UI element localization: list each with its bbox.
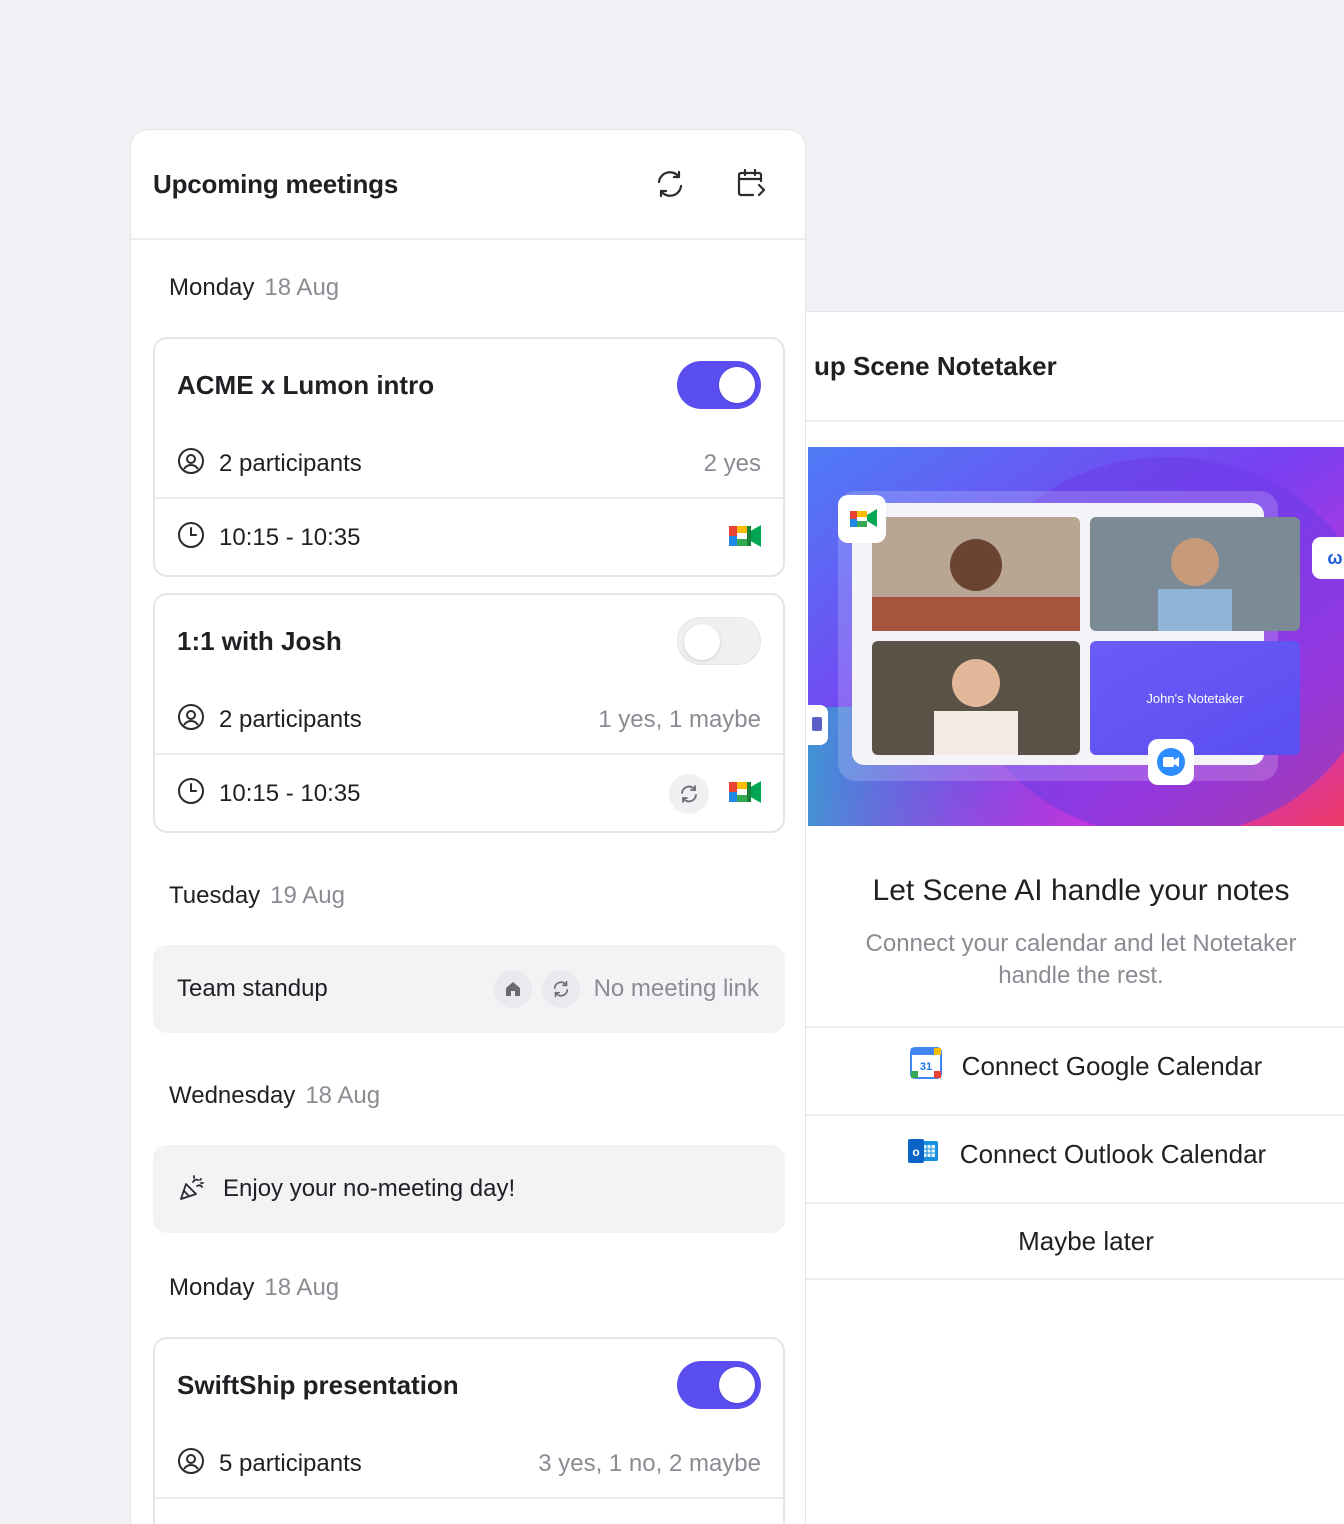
calendar-export-icon[interactable]: [735, 167, 769, 201]
participants-icon: [177, 1447, 205, 1482]
svg-text:ω: ω: [1327, 548, 1342, 568]
notetaker-setup-panel: up Scene Notetaker John's Notetaker ω Le…: [806, 311, 1344, 1524]
hero-illustration: John's Notetaker ω: [808, 447, 1344, 826]
notetaker-heading: Let Scene AI handle your notes: [872, 874, 1290, 907]
meeting-row-no-link[interactable]: Team standup No meeting link: [153, 945, 785, 1033]
day-name: Wednesday: [169, 1082, 296, 1109]
home-icon: [493, 970, 532, 1008]
notetaker-tile-label: John's Notetaker: [1146, 691, 1244, 706]
day-date: 19 Aug: [270, 882, 345, 909]
connect-google-label: Connect Google Calendar: [961, 1050, 1263, 1081]
google-meet-icon[interactable]: [729, 779, 761, 810]
upcoming-meetings-panel: Upcoming meetings Monday 18 Aug ACME x L…: [130, 129, 806, 1524]
connect-outlook-label: Connect Outlook Calendar: [959, 1138, 1267, 1169]
party-popper-icon: [177, 1172, 207, 1207]
panel-header: Upcoming meetings: [131, 130, 805, 240]
meeting-title: ACME x Lumon intro: [177, 369, 435, 400]
no-meeting-message: Enjoy your no-meeting day!: [223, 1175, 516, 1202]
no-meeting-link-label: No meeting link: [593, 975, 759, 1002]
day-name: Tuesday: [169, 882, 261, 909]
meeting-time: 10:15 - 10:35: [219, 524, 361, 551]
meeting-title: Team standup: [177, 975, 328, 1002]
notetaker-toggle[interactable]: [677, 1361, 761, 1409]
day-header: Tuesday 19 Aug: [169, 882, 345, 910]
maybe-later-button[interactable]: Maybe later: [806, 1202, 1344, 1280]
meeting-time: 10:15 - 10:35: [219, 780, 361, 807]
panel-title: Upcoming meetings: [153, 168, 399, 199]
maybe-later-label: Maybe later: [1018, 1225, 1154, 1256]
meeting-card[interactable]: SwiftShip presentation 5 participants 3 …: [153, 1337, 785, 1524]
notetaker-subtitle: Connect your calendar and let Notetaker …: [865, 930, 1297, 989]
recurring-icon: [541, 970, 580, 1008]
connect-google-calendar-button[interactable]: 31 Connect Google Calendar: [806, 1026, 1344, 1104]
notetaker-title: up Scene Notetaker: [814, 350, 1057, 381]
day-date: 18 Aug: [305, 1082, 381, 1109]
participants-count: 2 participants: [219, 450, 362, 477]
notetaker-toggle[interactable]: [677, 617, 761, 665]
meeting-title: 1:1 with Josh: [177, 625, 342, 656]
google-calendar-icon: 31: [909, 1046, 942, 1086]
day-name: Monday: [169, 1274, 255, 1301]
meeting-title: SwiftShip presentation: [177, 1369, 459, 1400]
meeting-card[interactable]: ACME x Lumon intro 2 participants 2 yes …: [153, 337, 785, 577]
rsvp-status: 3 yes, 1 no, 2 maybe: [538, 1450, 761, 1477]
day-header: Monday 18 Aug: [169, 274, 339, 302]
participants-count: 5 participants: [219, 1450, 362, 1477]
day-date: 18 Aug: [264, 1274, 340, 1301]
meeting-card[interactable]: 1:1 with Josh 2 participants 1 yes, 1 ma…: [153, 593, 785, 833]
refresh-icon[interactable]: [653, 167, 687, 201]
recurring-icon: [669, 774, 709, 814]
notetaker-header: up Scene Notetaker: [806, 312, 1344, 422]
clock-icon: [177, 521, 205, 556]
day-header: Wednesday 18 Aug: [169, 1082, 380, 1110]
rsvp-status: 2 yes: [703, 450, 761, 477]
google-meet-icon[interactable]: [729, 523, 761, 554]
clock-icon: [177, 777, 205, 812]
rsvp-status: 1 yes, 1 maybe: [598, 706, 761, 733]
day-date: 18 Aug: [264, 274, 340, 301]
participants-count: 2 participants: [219, 706, 362, 733]
participants-icon: [177, 703, 205, 738]
participants-icon: [177, 447, 205, 482]
day-header: Monday 18 Aug: [169, 1274, 339, 1302]
svg-text:31: 31: [920, 1061, 932, 1073]
svg-text:o: o: [912, 1145, 919, 1159]
day-name: Monday: [169, 274, 255, 301]
connect-outlook-calendar-button[interactable]: o Connect Outlook Calendar: [806, 1114, 1344, 1192]
notetaker-toggle[interactable]: [677, 361, 761, 409]
no-meeting-day-card: Enjoy your no-meeting day!: [153, 1145, 785, 1233]
outlook-icon: o: [906, 1135, 940, 1174]
